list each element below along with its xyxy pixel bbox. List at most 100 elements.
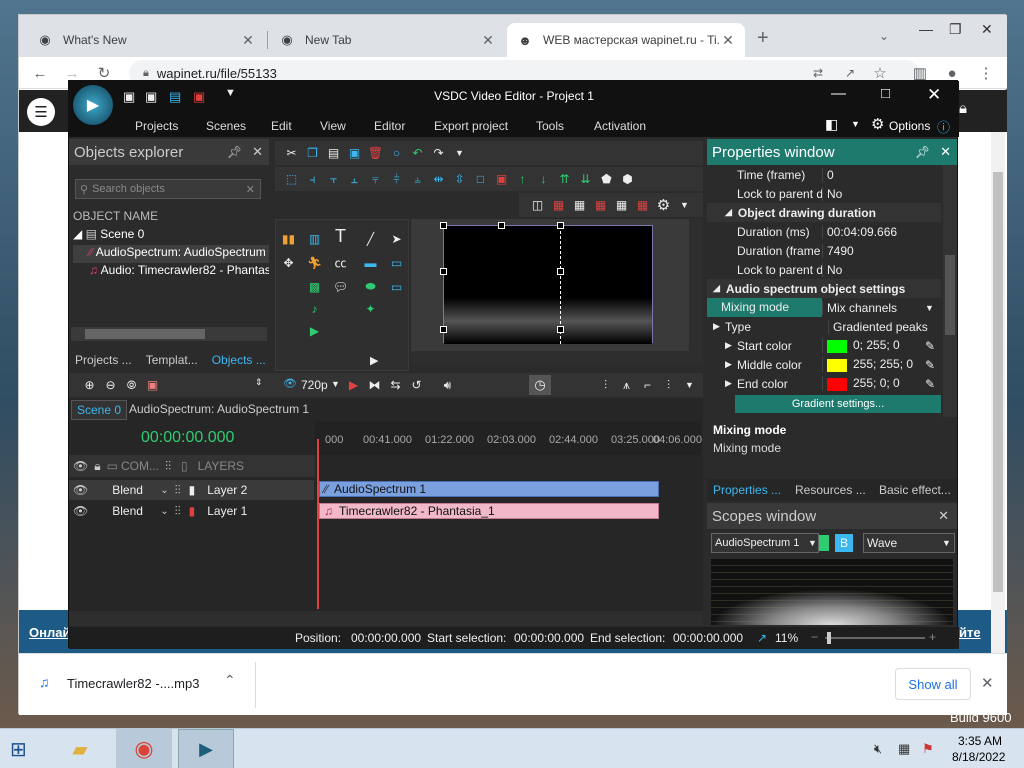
options-label[interactable]: Options [889, 119, 930, 133]
pin-icon[interactable]: 📌︎ [915, 145, 930, 159]
channel-g-toggle[interactable] [819, 535, 829, 551]
start-color-swatch[interactable] [827, 339, 847, 353]
expand-triangle-icon[interactable]: ▶ [725, 359, 737, 370]
search-objects-box[interactable]: ⚲ Search objects ✕ [75, 179, 261, 199]
guides-snap-icon[interactable]: ▦ [634, 197, 651, 214]
menu-tools[interactable]: Tools [536, 119, 564, 133]
prop-duration-ms[interactable]: Duration (ms) 00:04:09.666 [707, 222, 941, 241]
delete-icon[interactable]: 🗑︎ [367, 145, 384, 162]
tab-resources[interactable]: Resources ... [791, 483, 875, 497]
clock-icon[interactable]: ◷ [529, 375, 551, 395]
prop-lock-parent[interactable]: Lock to parent d No [707, 184, 941, 203]
record-icon[interactable]: ▣ [144, 377, 161, 394]
redo-icon[interactable]: ↷ [430, 145, 447, 162]
tab-wapinet[interactable]: ☻ WEB мастерская wapinet.ru - Ti... ✕ [507, 23, 745, 57]
resize-handle[interactable] [498, 222, 505, 229]
timeline-tool-icon[interactable]: ⫶ [597, 377, 614, 394]
fit-icon[interactable]: ▣ [493, 171, 510, 188]
resize-handle[interactable] [440, 326, 447, 333]
clear-search-icon[interactable]: ✕ [246, 183, 255, 196]
timeline-tab-scene[interactable]: Scene 0 [71, 400, 128, 420]
tree-scene[interactable]: ◢ ▤ Scene 0 [73, 227, 269, 241]
resize-handle[interactable] [557, 326, 564, 333]
blend-mode[interactable]: Blend [112, 504, 160, 518]
expand-triangle-icon[interactable]: ▶ [725, 378, 737, 389]
align-left-icon[interactable]: ⫞ [304, 171, 321, 188]
align-right-icon[interactable]: ⫠ [346, 171, 363, 188]
tree-audio[interactable]: ♫ Audio: Timecrawler82 - Phantas [73, 263, 269, 277]
zoom-in-icon[interactable]: + [929, 630, 936, 644]
menu-edit[interactable]: Edit [271, 119, 292, 133]
action-center-icon[interactable]: ⚑ [922, 741, 934, 757]
help-info-icon[interactable]: ⓘ [937, 117, 950, 136]
volume-muted-icon[interactable]: 🔇︎ [874, 741, 882, 757]
explorer-hscrollbar[interactable] [71, 327, 267, 341]
pin-icon[interactable]: 📌︎ [227, 145, 242, 159]
prop-lock-parent-2[interactable]: Lock to parent d No [707, 260, 941, 279]
video-tool-icon[interactable]: ▶ [306, 322, 323, 339]
expand-triangle-icon[interactable]: ◢ [73, 227, 82, 241]
page-scrollbar[interactable] [991, 132, 1005, 653]
rectangle-tool-icon[interactable]: ▬ [362, 254, 379, 271]
prop-start-color[interactable]: ▶ Start color 0; 255; 0 ✎ [707, 336, 941, 355]
tree-audiospectrum[interactable]: ∕∕ AudioSpectrum: AudioSpectrum [73, 245, 269, 263]
download-bar-close-icon[interactable]: ✕ [981, 674, 994, 692]
menu-activation[interactable]: Activation [594, 119, 646, 133]
eye-icon[interactable]: 👁︎ [73, 459, 88, 473]
sprite-tool-icon[interactable]: ✦ [362, 300, 379, 317]
close-icon[interactable]: ✕ [721, 32, 735, 49]
timeline-tool-icon[interactable]: ⫶ [660, 377, 677, 394]
properties-vscrollbar[interactable] [943, 165, 957, 417]
remove-circle-icon[interactable]: ⊖ [102, 377, 119, 394]
audio-spectrum-tool-icon[interactable]: ▮▮ [280, 230, 297, 247]
chevron-down-icon[interactable]: ⌄ [160, 485, 168, 496]
layout-dropdown-icon[interactable]: ▼ [851, 119, 860, 129]
image-tool-icon[interactable]: ▩ [306, 278, 323, 295]
collapse-triangle-icon[interactable]: ◢ [713, 283, 720, 294]
chevron-down-icon[interactable]: ▼ [808, 538, 818, 548]
panel-close-icon[interactable]: ✕ [940, 144, 951, 160]
chevron-down-icon[interactable]: ▼ [942, 538, 954, 548]
scope-mode-select[interactable]: Wave ▼ [863, 533, 955, 553]
show-all-button[interactable]: Show all [895, 668, 971, 700]
zoom-slider[interactable] [825, 632, 925, 644]
play-icon[interactable]: ▶ [345, 377, 362, 394]
prop-end-color[interactable]: ▶ End color 255; 0; 0 ✎ [707, 374, 941, 393]
rounded-rect-tool-icon[interactable]: ▭ [388, 254, 405, 271]
line-tool-icon[interactable]: ╱ [362, 230, 379, 247]
section-drawing-duration[interactable]: ◢ Object drawing duration [707, 203, 941, 222]
undo-icon[interactable]: ↶ [409, 145, 426, 162]
section-audio-spectrum[interactable]: ◢ Audio spectrum object settings [707, 279, 941, 298]
scope-source-select[interactable]: AudioSpectrum 1 ▼ [711, 533, 819, 553]
end-color-swatch[interactable] [827, 377, 847, 391]
prop-mixing-mode[interactable]: Mixing mode Mix channels ▼ [707, 298, 941, 317]
blend-mode[interactable]: Blend [112, 483, 160, 497]
layers-icon[interactable]: ◫ [529, 197, 546, 214]
lock-icon[interactable]: 🔒︎ [94, 459, 100, 474]
prop-time-frame[interactable]: Time (frame) 0 [707, 165, 941, 184]
minimize-icon[interactable]: — [919, 21, 933, 37]
footer-link-left[interactable]: Онлай [29, 625, 70, 640]
align-middle-icon[interactable]: ⫩ [388, 171, 405, 188]
callout-tool-icon[interactable]: ▭ [388, 278, 405, 295]
tab-whats-new[interactable]: ◉ What's New ✕ [27, 23, 265, 57]
dropdown-icon[interactable]: ▼ [681, 377, 698, 394]
timeline-tab-object[interactable]: AudioSpectrum: AudioSpectrum 1 [129, 402, 309, 416]
start-windows-icon[interactable]: ⊞ [10, 737, 27, 762]
settings-gear-icon[interactable]: ⚙ [655, 197, 672, 214]
clock-time[interactable]: 3:35 AM [958, 734, 1002, 748]
guides-icon[interactable]: ▦ [613, 197, 630, 214]
prop-middle-color[interactable]: ▶ Middle color 255; 255; 0 ✎ [707, 355, 941, 374]
ellipse-tool-icon[interactable]: ⬬ [362, 278, 379, 295]
same-size-icon[interactable]: □ [472, 171, 489, 188]
collapse-triangle-icon[interactable]: ◢ [725, 207, 732, 218]
loop-icon[interactable]: ⇆ [387, 377, 404, 394]
select-icon[interactable]: ⬚ [283, 171, 300, 188]
preview-eye-icon[interactable]: 👁︎ [283, 377, 297, 390]
close-icon[interactable]: ✕ [241, 32, 255, 49]
resize-handle[interactable] [440, 268, 447, 275]
move-up-icon[interactable]: ↑ [514, 171, 531, 188]
circle-select-icon[interactable]: ○ [388, 145, 405, 162]
prop-type[interactable]: ▶ Type Gradiented peaks [707, 317, 941, 336]
clip-icon[interactable]: ⦾ [123, 377, 140, 394]
